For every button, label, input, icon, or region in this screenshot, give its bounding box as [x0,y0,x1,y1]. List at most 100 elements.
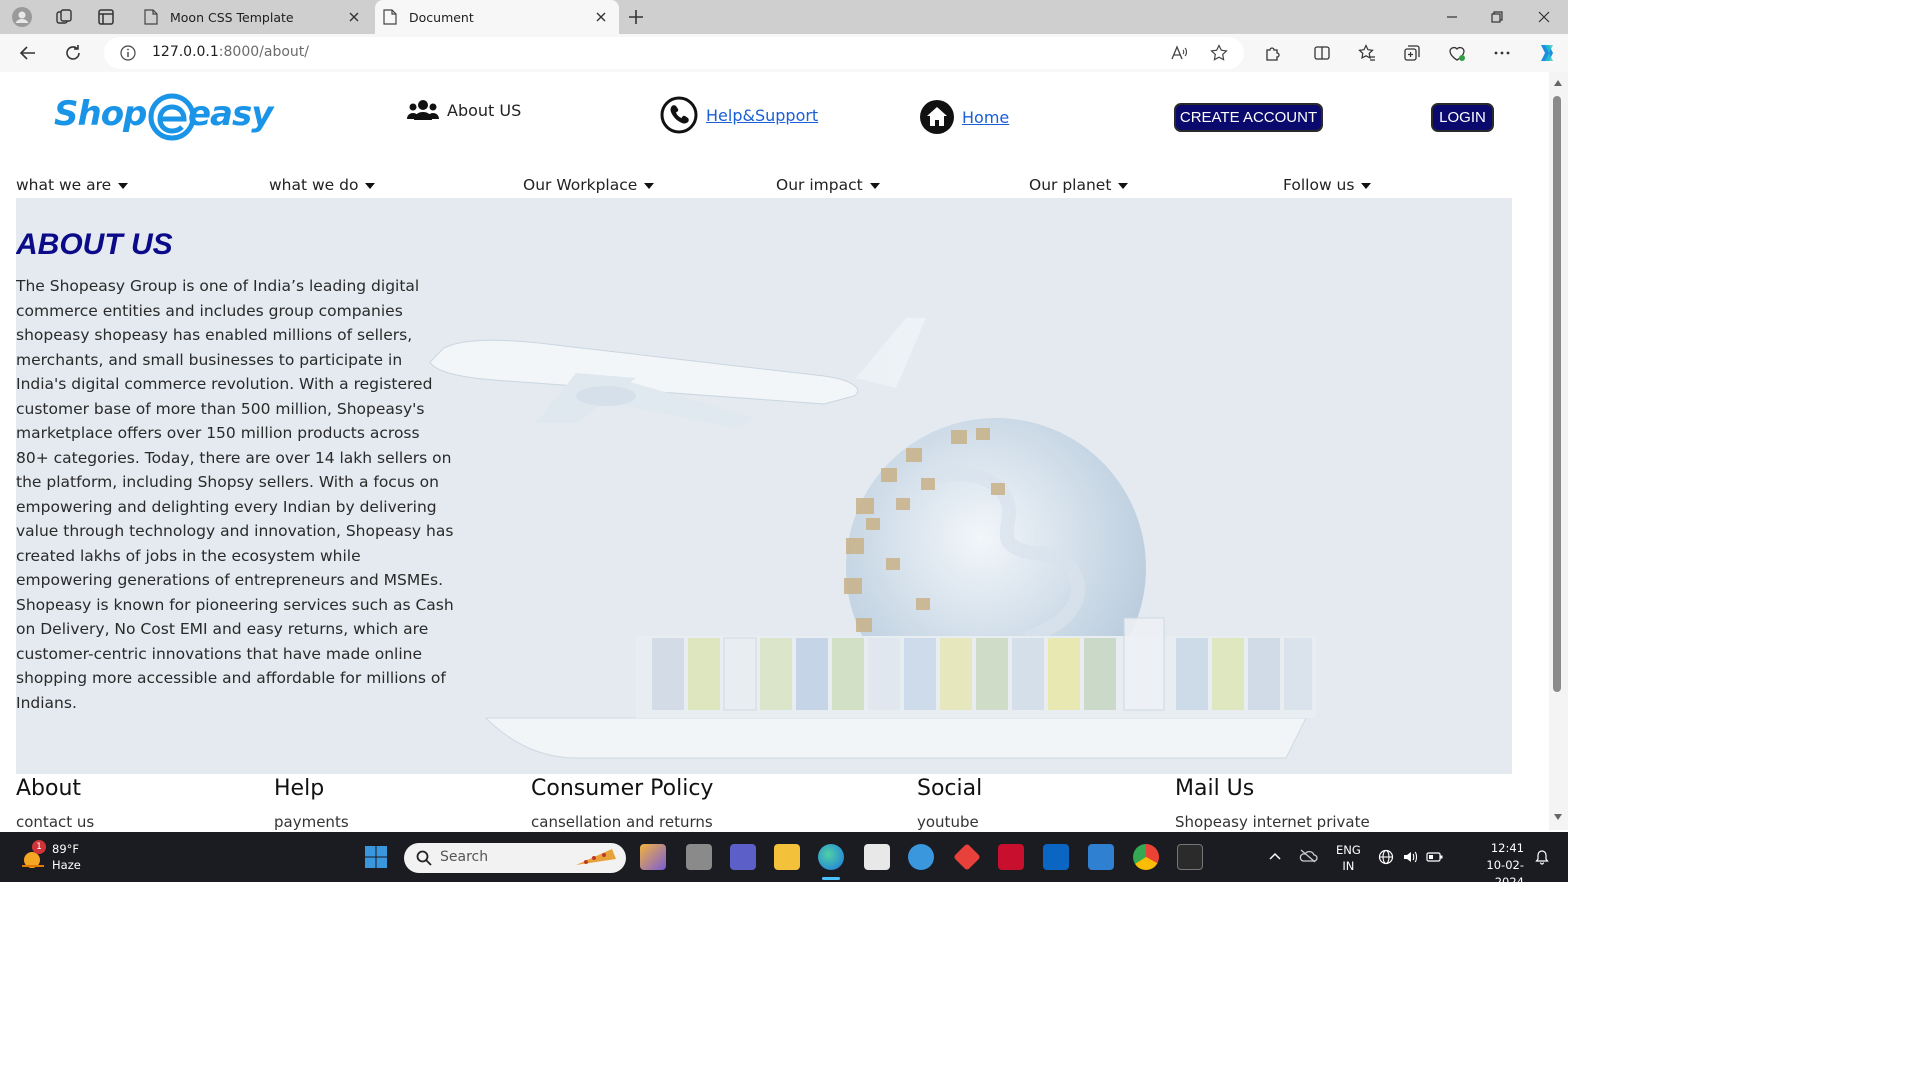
home-label[interactable]: Home [962,108,1009,127]
caret-down-icon [869,182,880,189]
footer-link[interactable]: payments [274,813,349,830]
menu-item-follow-us[interactable]: Follow us [1283,176,1372,194]
home-link[interactable]: Home [920,100,1009,134]
browser-toolbar: 127.0.0.1:8000/about/ [0,34,1568,72]
page-scrollbar[interactable] [1549,72,1568,830]
logo-text-right: easy [188,94,273,134]
chevron-up-icon[interactable] [1268,850,1282,862]
page-viewport: Shop easy About US Help&Support Home CRE… [4,72,1549,830]
caret-down-icon [644,182,655,189]
footer-link[interactable]: cansellation and returns [531,813,713,830]
notification-bell-icon[interactable] [1534,849,1550,865]
mcafee-icon[interactable] [998,844,1024,870]
scrollbar-thumb[interactable] [1553,96,1561,692]
help-support-label[interactable]: Help&Support [706,106,818,125]
url-host: 127.0.0.1 [152,44,219,60]
menu-item-our-impact[interactable]: Our impact [776,176,880,194]
favorites-icon[interactable] [1357,43,1377,63]
scroll-down-arrow-icon[interactable] [1554,814,1562,820]
terminal-icon[interactable] [1177,844,1203,870]
footer-heading: Help [274,776,325,801]
login-button[interactable]: LOGIN [1431,103,1494,132]
minimize-icon[interactable] [1442,7,1462,27]
browser-essentials-icon[interactable] [1447,43,1467,63]
about-us-link[interactable]: About US [407,98,521,122]
close-tab-icon[interactable] [346,9,362,25]
refresh-icon[interactable] [63,43,83,63]
collections-icon[interactable] [1402,43,1422,63]
page-icon [144,9,158,25]
users-group-icon [407,100,439,120]
chrome-icon[interactable] [1133,844,1159,870]
clock-time: 12:41 [1490,841,1524,855]
new-tab-icon[interactable] [626,7,646,27]
page-icon [383,9,397,25]
home-icon [920,100,954,134]
back-icon[interactable] [18,43,38,63]
help-support-link[interactable]: Help&Support [660,96,818,134]
menu-label: Our impact [776,176,863,194]
copilot-icon[interactable] [1535,41,1559,65]
footer-link[interactable]: youtube [917,813,982,830]
scroll-up-arrow-icon[interactable] [1554,80,1562,86]
taskbar-search[interactable]: Search [404,843,626,873]
menu-item-our-planet[interactable]: Our planet [1029,176,1129,194]
address-bar[interactable]: 127.0.0.1:8000/about/ [104,37,1244,69]
footer-link: Shopeasy internet private [1175,813,1370,830]
git-app-icon[interactable] [953,843,981,871]
extensions-icon[interactable] [1263,43,1283,63]
url-text[interactable]: 127.0.0.1:8000/about/ [152,44,309,60]
file-explorer-icon[interactable] [774,844,800,870]
footer-col-mail-us: Mail Us Shopeasy internet private [1175,774,1370,830]
menu-label: what we do [269,176,359,194]
profile-icon[interactable] [12,7,32,27]
search-highlight-pizza-icon [576,849,616,865]
more-options-icon[interactable] [1492,43,1512,63]
volume-icon[interactable] [1402,849,1418,865]
task-view-icon[interactable] [686,844,712,870]
menu-item-what-we-do[interactable]: what we do [269,176,376,194]
footer-col-help: Help payments [274,774,349,830]
battery-icon[interactable] [1426,850,1444,864]
shopeasy-logo[interactable]: Shop easy [54,88,286,146]
footer-heading: Consumer Policy [531,776,714,801]
close-tab-icon[interactable] [593,9,609,25]
help-app-icon[interactable] [908,844,934,870]
copilot-app-icon[interactable] [640,844,666,870]
teams-icon[interactable] [730,844,756,870]
windows-taskbar: 1 89°F Haze Search ENG IN 12:41 10-02-20… [0,832,1568,889]
tab-moon-css-template[interactable]: Moon CSS Template [138,0,372,34]
weather-condition: Haze [52,858,81,872]
close-window-icon[interactable] [1534,7,1554,27]
footer-col-about: About contact us [16,774,94,830]
linkedin-icon[interactable] [1043,844,1069,870]
network-globe-icon[interactable] [1378,849,1394,865]
restore-icon[interactable] [1487,7,1507,27]
tab-document[interactable]: Document [375,0,619,34]
microsoft-store-icon[interactable] [864,844,890,870]
site-info-icon[interactable] [120,45,136,61]
workspaces-icon[interactable] [54,7,74,27]
footer-heading: Mail Us [1175,776,1255,801]
onedrive-offline-icon[interactable] [1298,848,1318,864]
browser-tab-bar: Moon CSS Template Document [0,0,1568,34]
vscode-icon[interactable] [1088,844,1114,870]
favorite-star-icon[interactable] [1210,44,1228,62]
create-account-button[interactable]: CREATE ACCOUNT [1174,103,1323,132]
footer-link[interactable]: contact us [16,813,94,830]
search-label: Search [440,849,489,865]
lang-bottom: IN [1342,859,1355,873]
tab-actions-icon[interactable] [96,7,116,27]
system-clock[interactable]: 12:41 10-02-2024 [1460,840,1524,891]
read-aloud-icon[interactable] [1170,44,1188,62]
language-indicator[interactable]: ENG IN [1336,842,1361,874]
menu-item-our-workplace[interactable]: Our Workplace [523,176,655,194]
weather-badge: 1 [32,840,46,854]
about-hero-section: ABOUT US The Shopeasy Group is one of In… [16,198,1512,774]
start-windows-icon[interactable] [364,845,388,869]
split-screen-icon[interactable] [1312,43,1332,63]
menu-item-what-we-are[interactable]: what we are [16,176,129,194]
edge-browser-icon[interactable] [818,844,844,870]
menu-label: Follow us [1283,176,1355,194]
tab-title: Moon CSS Template [170,9,294,25]
